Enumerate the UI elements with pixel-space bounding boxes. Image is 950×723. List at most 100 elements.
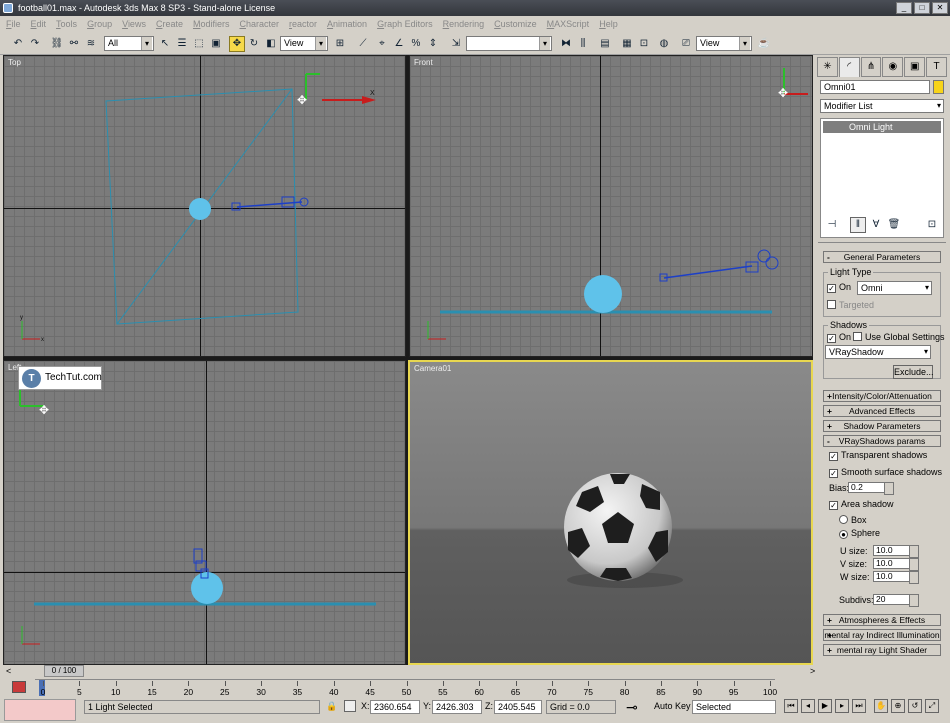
- menu-edit[interactable]: Edit: [31, 19, 47, 29]
- shadows-on-checkbox[interactable]: ✓ On: [827, 332, 851, 343]
- rollout-general-parameters[interactable]: - General Parameters: [823, 251, 941, 263]
- pin-stack-icon[interactable]: ⊣: [824, 217, 840, 233]
- utilities-tab-icon[interactable]: T: [926, 57, 947, 77]
- slider-next-icon[interactable]: >: [810, 666, 815, 676]
- align-icon[interactable]: ⫼: [575, 36, 591, 52]
- select-manipulate-icon[interactable]: ⟋: [355, 36, 371, 52]
- reference-coord-dropdown[interactable]: View: [280, 36, 328, 51]
- menu-rendering[interactable]: Rendering: [443, 19, 485, 29]
- select-rotate-icon[interactable]: ↻: [246, 36, 262, 52]
- close-icon[interactable]: ✕: [932, 2, 948, 14]
- menu-graph-editors[interactable]: Graph Editors: [377, 19, 433, 29]
- curve-editor-icon[interactable]: ▦: [619, 36, 635, 52]
- transparent-shadows-checkbox[interactable]: ✓ Transparent shadows: [829, 450, 927, 461]
- pivot-center-icon[interactable]: ⊞: [332, 36, 348, 52]
- v-size-spinner[interactable]: 10.0: [873, 558, 919, 571]
- rollout-mr-light-shader[interactable]: + mental ray Light Shader: [823, 644, 941, 656]
- undo-icon[interactable]: ↶: [10, 36, 26, 52]
- pan-icon[interactable]: ✋: [874, 699, 888, 713]
- light-on-checkbox[interactable]: ✓ On: [827, 282, 851, 293]
- select-scale-icon[interactable]: ◧: [263, 36, 279, 52]
- angle-snap-icon[interactable]: ∠: [391, 36, 407, 52]
- object-color-swatch[interactable]: [933, 80, 944, 94]
- spinner-snap-icon[interactable]: ⇕: [425, 36, 441, 52]
- schematic-view-icon[interactable]: ⊡: [636, 36, 652, 52]
- rollout-advanced-effects[interactable]: + Advanced Effects: [823, 405, 941, 417]
- viewport-top[interactable]: Top X x y ✥: [3, 55, 406, 357]
- hierarchy-tab-icon[interactable]: ⋔: [860, 57, 882, 77]
- minimize-icon[interactable]: _: [896, 2, 912, 14]
- menu-animation[interactable]: Animation: [327, 19, 367, 29]
- exclude-button[interactable]: Exclude...: [893, 365, 934, 379]
- maxscript-listener[interactable]: [4, 699, 76, 721]
- slider-prev-icon[interactable]: <: [6, 666, 11, 676]
- named-selection-dropdown[interactable]: [466, 36, 552, 51]
- make-unique-icon[interactable]: ∀: [868, 217, 884, 233]
- play-icon[interactable]: ▶: [818, 699, 832, 713]
- modifier-list-dropdown[interactable]: Modifier List ▾: [820, 99, 944, 113]
- rect-selection-icon[interactable]: ⬚: [191, 36, 207, 52]
- w-size-spinner[interactable]: 10.0: [873, 571, 919, 584]
- menu-character[interactable]: Character: [239, 19, 279, 29]
- snap-toggle-icon[interactable]: ⌖: [374, 36, 390, 52]
- maximize-viewport-icon[interactable]: ⤢: [925, 699, 939, 713]
- use-global-settings-checkbox[interactable]: Use Global Settings: [853, 332, 945, 343]
- menu-create[interactable]: Create: [156, 19, 183, 29]
- remove-modifier-icon[interactable]: 🗑: [886, 217, 902, 233]
- mini-curve-editor-icon[interactable]: [12, 681, 26, 693]
- quick-render-icon[interactable]: ☕: [756, 36, 772, 52]
- light-type-dropdown[interactable]: Omni ▾: [857, 281, 932, 295]
- key-filter-dropdown[interactable]: Selected: [692, 700, 776, 714]
- configure-sets-icon[interactable]: ⊡: [924, 217, 940, 233]
- arc-rotate-icon[interactable]: ↺: [908, 699, 922, 713]
- sphere-radio[interactable]: ● Sphere: [839, 528, 880, 539]
- show-end-result-icon[interactable]: ‖: [850, 217, 866, 233]
- viewport-left[interactable]: Left ✥ T TechTut.com: [3, 360, 406, 665]
- motion-tab-icon[interactable]: ◉: [882, 57, 904, 77]
- render-type-dropdown[interactable]: View: [696, 36, 752, 51]
- link-icon[interactable]: ⛓: [49, 36, 65, 52]
- bind-space-warp-icon[interactable]: ≋: [83, 36, 99, 52]
- u-size-spinner[interactable]: 10.0: [873, 545, 919, 558]
- render-scene-icon[interactable]: ⎚: [678, 36, 694, 52]
- menu-file[interactable]: File: [6, 19, 21, 29]
- menu-help[interactable]: Help: [599, 19, 618, 29]
- z-coordinate-field[interactable]: 2405.545: [494, 700, 542, 714]
- rollout-vrayshadows-params[interactable]: - VRayShadows params: [823, 435, 941, 447]
- set-key-icon[interactable]: ⊸: [626, 700, 638, 715]
- auto-key-button[interactable]: Auto Key: [654, 700, 691, 714]
- window-crossing-icon[interactable]: ▣: [208, 36, 224, 52]
- subdivs-spinner[interactable]: 20: [873, 594, 919, 607]
- mirror-icon[interactable]: ⧓: [558, 36, 574, 52]
- rollout-intensity-color[interactable]: + Intensity/Color/Attenuation: [823, 390, 941, 402]
- goto-end-icon[interactable]: ⏭: [852, 699, 866, 713]
- lock-selection-icon[interactable]: 🔒: [326, 700, 337, 714]
- rollout-shadow-parameters[interactable]: + Shadow Parameters: [823, 420, 941, 432]
- menu-group[interactable]: Group: [87, 19, 112, 29]
- select-move-icon[interactable]: ✥: [229, 36, 245, 52]
- menu-tools[interactable]: Tools: [56, 19, 77, 29]
- x-coordinate-field[interactable]: 2360.654: [370, 700, 420, 714]
- menu-modifiers[interactable]: Modifiers: [193, 19, 230, 29]
- selection-filter-dropdown[interactable]: All: [104, 36, 154, 51]
- unlink-icon[interactable]: ⚯: [66, 36, 82, 52]
- area-shadow-checkbox[interactable]: ✓ Area shadow: [829, 499, 894, 510]
- material-editor-icon[interactable]: ◍: [656, 36, 672, 52]
- bias-spinner[interactable]: 0.2: [848, 482, 894, 495]
- select-by-name-icon[interactable]: ☰: [174, 36, 190, 52]
- menu-views[interactable]: Views: [122, 19, 146, 29]
- rollout-mr-indirect-illumination[interactable]: + mental ray Indirect Illumination: [823, 629, 941, 641]
- menu-reactor[interactable]: reactor: [289, 19, 317, 29]
- select-object-icon[interactable]: ↖: [157, 36, 173, 52]
- redo-icon[interactable]: ↷: [27, 36, 43, 52]
- absolute-mode-icon[interactable]: [344, 700, 356, 712]
- y-coordinate-field[interactable]: 2426.303: [432, 700, 482, 714]
- percent-snap-icon[interactable]: %: [408, 36, 424, 52]
- zoom-extents-icon[interactable]: ⊕: [891, 699, 905, 713]
- create-tab-icon[interactable]: ✳: [817, 57, 838, 77]
- object-name-field[interactable]: Omni01: [820, 80, 930, 94]
- display-tab-icon[interactable]: ▣: [904, 57, 926, 77]
- viewport-front[interactable]: Front ✥: [409, 55, 813, 357]
- shadow-type-dropdown[interactable]: VRayShadow ▾: [825, 345, 931, 359]
- targeted-checkbox[interactable]: Targeted: [827, 300, 874, 311]
